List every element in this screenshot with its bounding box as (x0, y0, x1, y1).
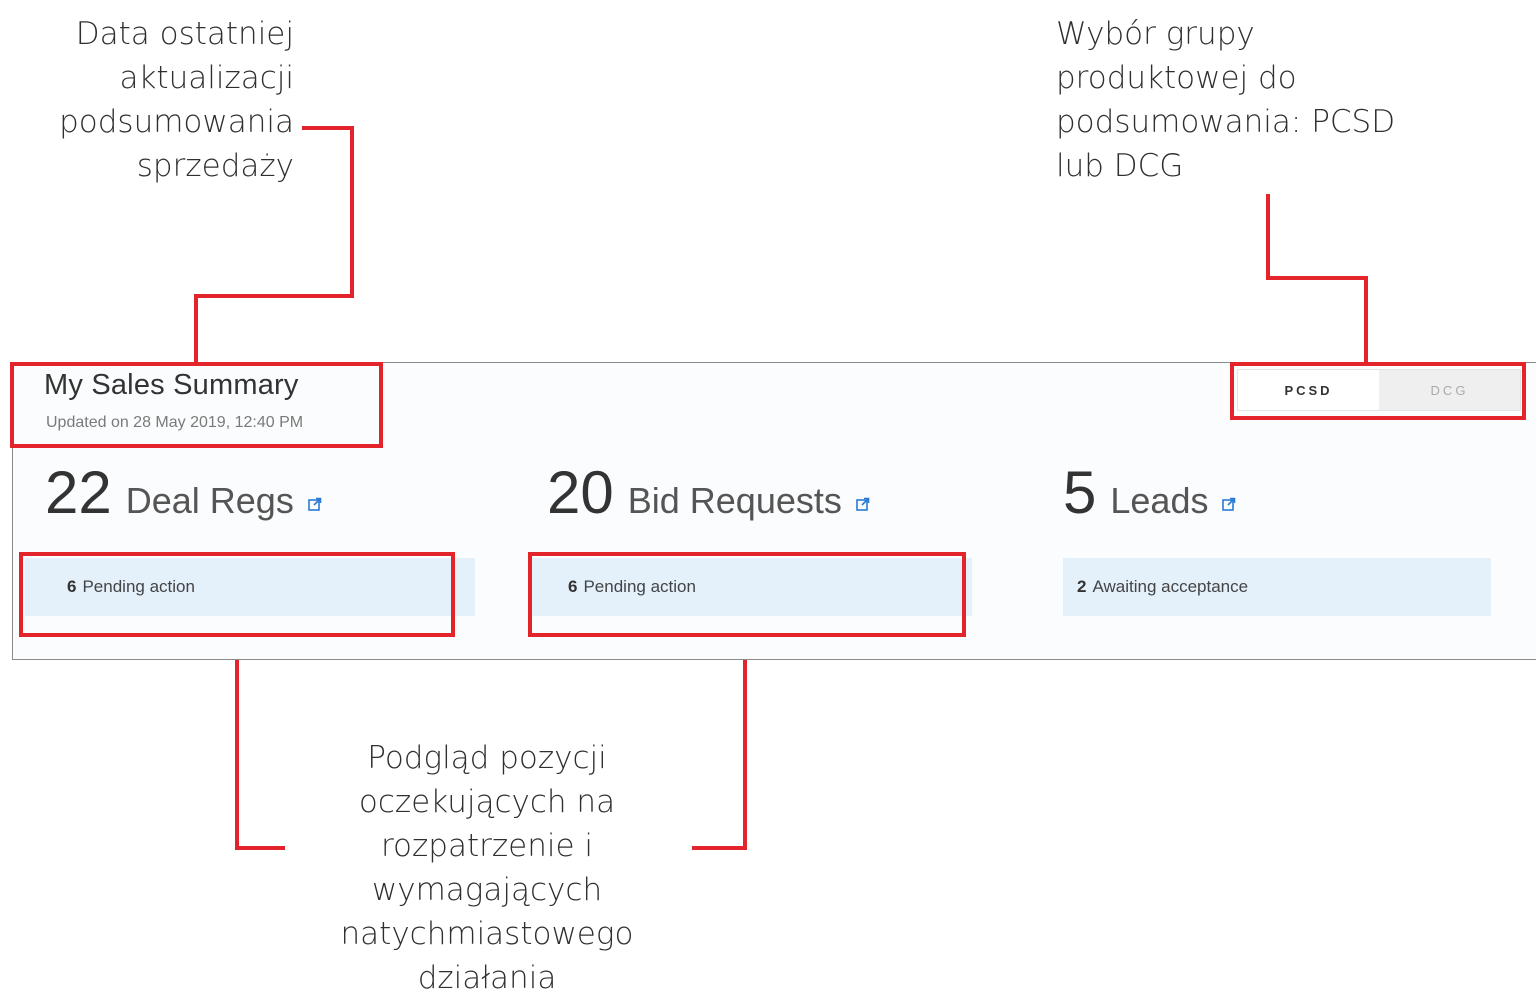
annotation-line: Wybór grupy (1056, 16, 1255, 52)
annotation-line: oczekujących na (358, 784, 616, 820)
connector-line (1266, 194, 1270, 280)
annotation-line: Podgląd pozycji (367, 740, 607, 776)
connector-line (350, 126, 354, 298)
metric-label-link[interactable]: Leads (1110, 480, 1208, 522)
connector-line (235, 846, 285, 850)
connector-line (235, 634, 239, 850)
annotated-screenshot: Data ostatniej aktualizacji podsumowania… (0, 0, 1536, 995)
annotation-line: produktowej do (1056, 60, 1297, 96)
metric-label-link[interactable]: Bid Requests (628, 480, 842, 522)
annotation-line: natychmiastowego (340, 916, 634, 952)
metric-leads: 5 Leads (1063, 463, 1236, 523)
annotation-group-select: Wybór grupy produktowej do podsumowania:… (1056, 12, 1476, 188)
external-link-icon[interactable] (856, 497, 870, 511)
connector-line (302, 126, 354, 130)
metric-bid-requests: 20 Bid Requests (547, 463, 870, 523)
connector-line (194, 294, 198, 364)
connector-line (1266, 276, 1368, 280)
metric-count: 5 (1063, 459, 1097, 526)
pending-count: 2 (1077, 577, 1087, 596)
external-link-icon[interactable] (308, 497, 322, 511)
annotation-line: aktualizacji (119, 60, 294, 96)
annotation-line: podsumowania (59, 104, 294, 140)
annotation-line: sprzedaży (136, 148, 294, 184)
highlight-pending-deal-regs-box (19, 552, 455, 637)
external-link-icon[interactable] (1222, 497, 1236, 511)
metric-count: 20 (547, 459, 614, 526)
connector-line (1364, 276, 1368, 364)
annotation-line: podsumowania: PCSD (1056, 104, 1396, 140)
metric-label-link[interactable]: Deal Regs (126, 480, 294, 522)
pending-leads[interactable]: 2 Awaiting acceptance (1063, 558, 1491, 616)
annotation-last-update: Data ostatniej aktualizacji podsumowania… (0, 12, 294, 188)
annotation-line: lub DCG (1056, 148, 1184, 184)
annotation-line: Data ostatniej (75, 16, 294, 52)
connector-line (743, 634, 747, 850)
highlight-toggle-box (1230, 362, 1526, 420)
highlight-pending-bid-requests-box (528, 552, 966, 637)
annotation-line: wymagających (371, 872, 603, 908)
metric-deal-regs: 22 Deal Regs (45, 463, 322, 523)
annotation-line: rozpatrzenie i (380, 828, 594, 864)
metric-count: 22 (45, 459, 112, 526)
annotation-line: działania (417, 960, 557, 995)
pending-text: Awaiting acceptance (1092, 577, 1249, 596)
annotation-pending-preview: Podgląd pozycji oczekujących na rozpatrz… (312, 736, 662, 995)
connector-line (692, 846, 747, 850)
highlight-title-box (10, 362, 383, 448)
connector-line (194, 294, 354, 298)
